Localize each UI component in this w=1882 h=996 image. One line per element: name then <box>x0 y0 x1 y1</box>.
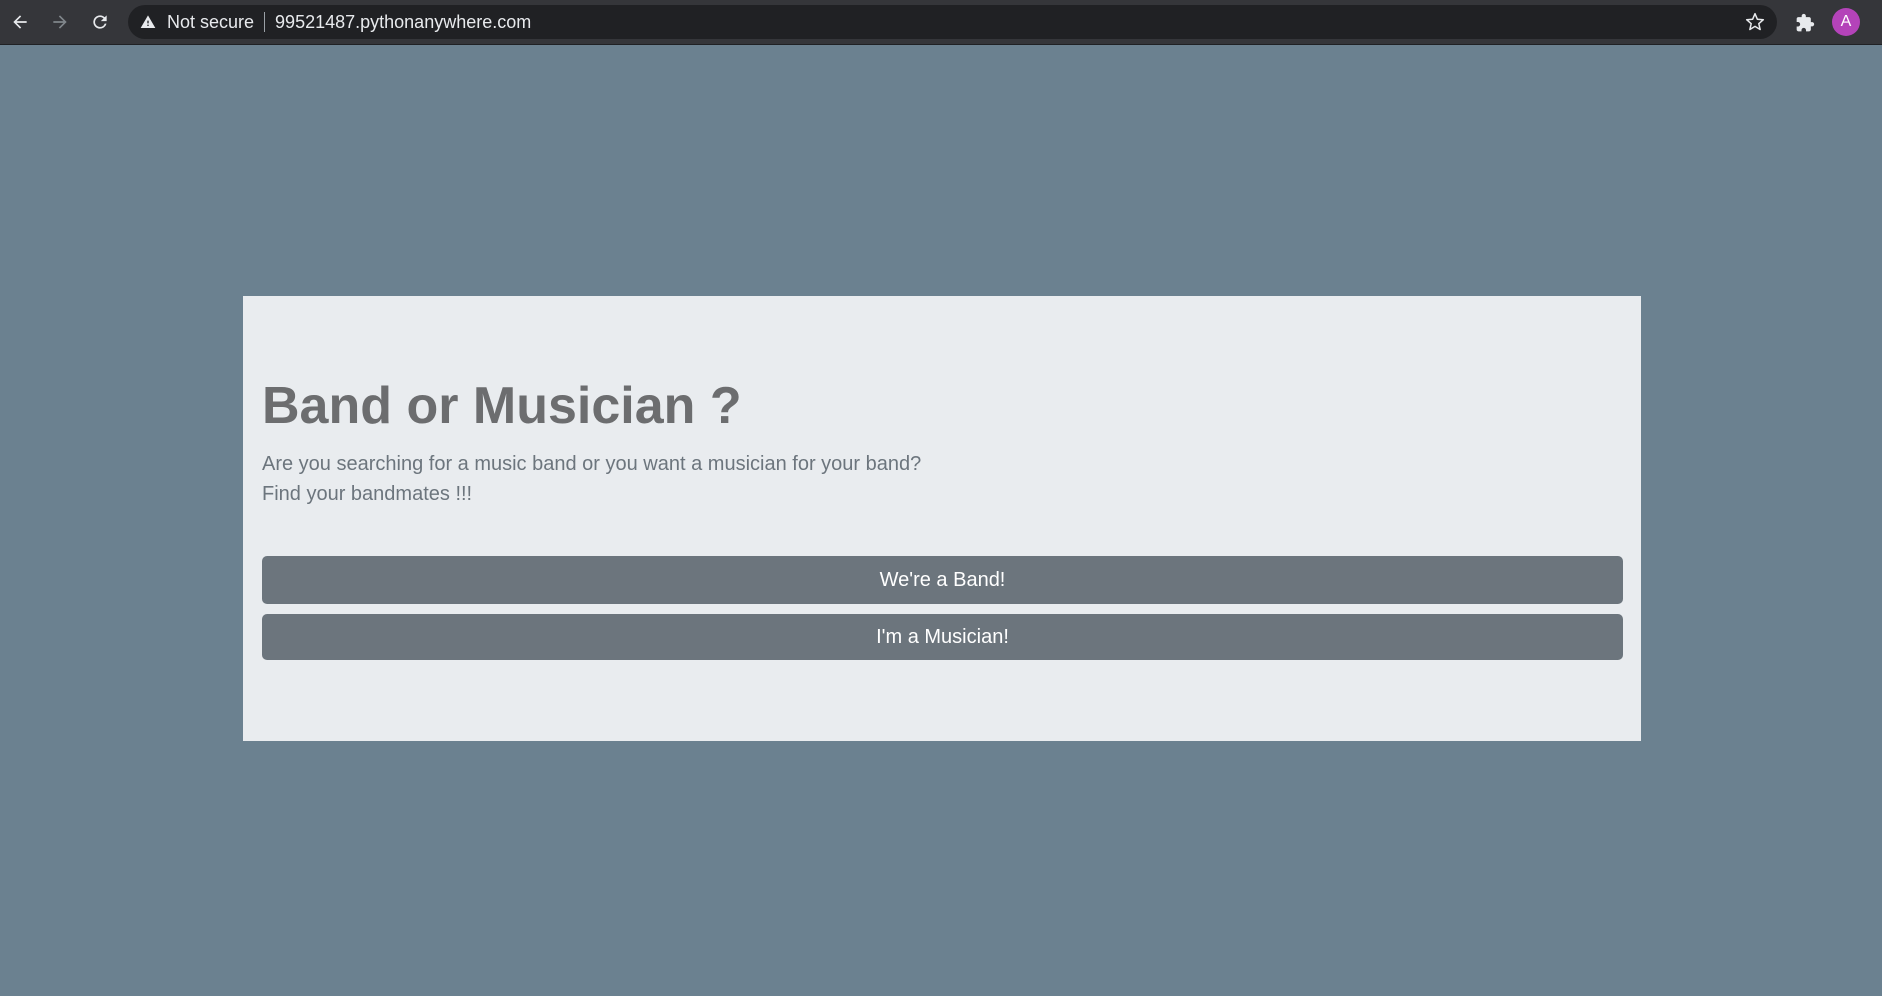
url-text[interactable]: 99521487.pythonanywhere.com <box>275 12 531 33</box>
extensions-button[interactable] <box>1790 8 1820 38</box>
site-info[interactable]: Not secure 99521487.pythonanywhere.com <box>140 5 531 39</box>
browser-toolbar: Not secure 99521487.pythonanywhere.com A <box>0 0 1882 45</box>
lead-line-1: Are you searching for a music band or yo… <box>262 453 922 475</box>
forward-button[interactable] <box>44 6 76 38</box>
warning-icon <box>140 15 156 28</box>
star-icon <box>1745 12 1765 31</box>
security-label: Not secure <box>167 11 255 32</box>
back-arrow-icon <box>13 15 27 29</box>
lead-text: Are you searching for a music band or yo… <box>262 449 921 509</box>
puzzle-icon <box>1796 13 1815 32</box>
profile-avatar[interactable]: A <box>1832 8 1860 36</box>
page-title: Band or Musician ? <box>262 377 742 435</box>
reload-button[interactable] <box>84 6 116 38</box>
reload-icon <box>93 15 107 29</box>
bookmark-button[interactable] <box>1743 10 1767 34</box>
band-button[interactable]: We're a Band! <box>262 556 1623 604</box>
omnibox-divider <box>264 12 266 32</box>
intro-card: Band or Musician ? Are you searching for… <box>243 296 1641 741</box>
forward-arrow-icon <box>53 15 67 29</box>
address-bar[interactable]: Not secure 99521487.pythonanywhere.com <box>128 5 1777 39</box>
lead-line-2: Find your bandmates !!! <box>262 483 473 505</box>
back-button[interactable] <box>4 6 36 38</box>
musician-button[interactable]: I'm a Musician! <box>262 614 1623 660</box>
